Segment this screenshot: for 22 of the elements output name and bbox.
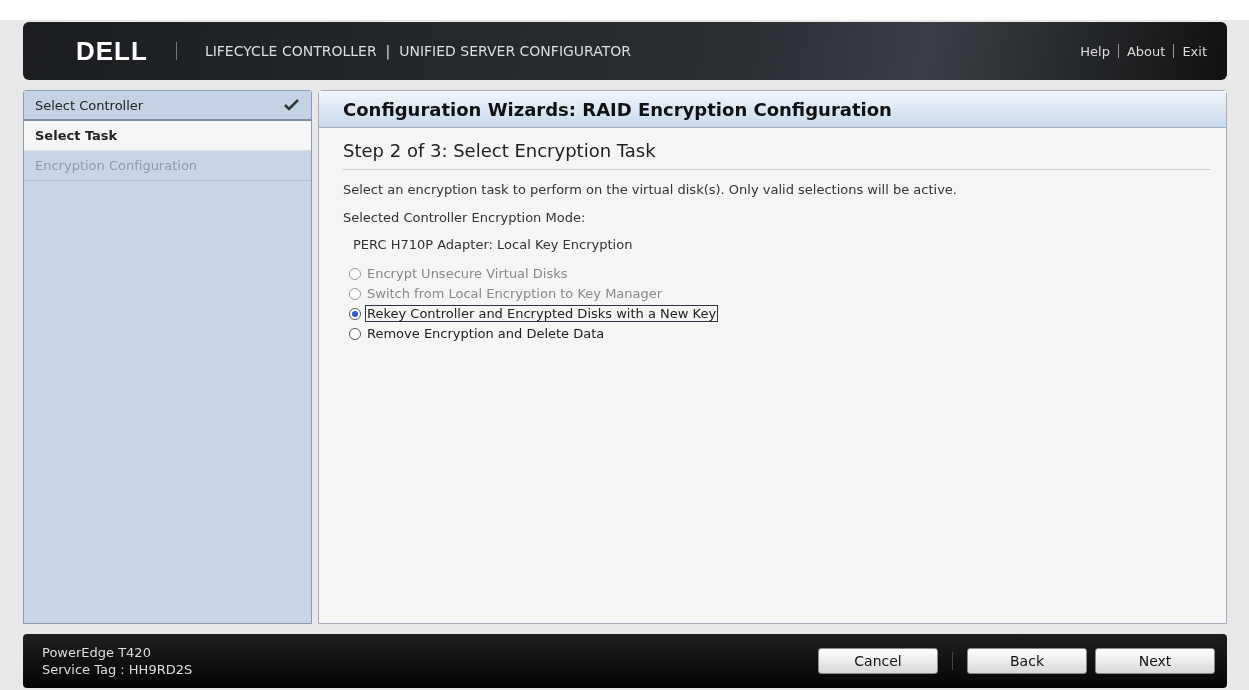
footer-button[interactable]: Next [1095,648,1215,674]
mode-label: Selected Controller Encryption Mode: [343,210,587,225]
wizard-step[interactable]: Select Task [24,121,311,151]
description-text: Select an encryption task to perform on the virtual disk(s). Only valid selections will be active. [343,182,958,197]
footer-button[interactable]: Cancel [818,648,938,674]
header-link[interactable]: Exit [1182,43,1207,59]
option-label[interactable]: Rekey Controller and Encrypted Disks with a New Key [365,305,719,322]
panel-title: Configuration Wizards: RAID Encryption Configuration [319,91,1226,128]
option-label[interactable]: Remove Encryption and Delete Data [365,325,607,342]
footer-button[interactable]: Back [967,648,1087,674]
radio-button[interactable] [349,327,361,340]
wizard-step[interactable]: Select Controller [24,91,311,121]
radio-button[interactable] [349,307,361,320]
header-link[interactable]: Help [1080,43,1110,59]
mode-value: PERC H710P Adapter: Local Key Encryption [352,237,634,252]
step-heading: Step 2 of 3: Select Encryption Task [343,128,1210,170]
service-tag: Service Tag : HH9RD2S [42,662,818,677]
model-name: PowerEdge T420 [42,645,152,660]
check-icon [284,99,299,111]
header-link[interactable]: About [1126,43,1166,59]
dell-logo: DELL [76,35,148,67]
app-title: LIFECYCLE CONTROLLER | UNIFIED SERVER CONFIGURATOR [204,43,633,59]
